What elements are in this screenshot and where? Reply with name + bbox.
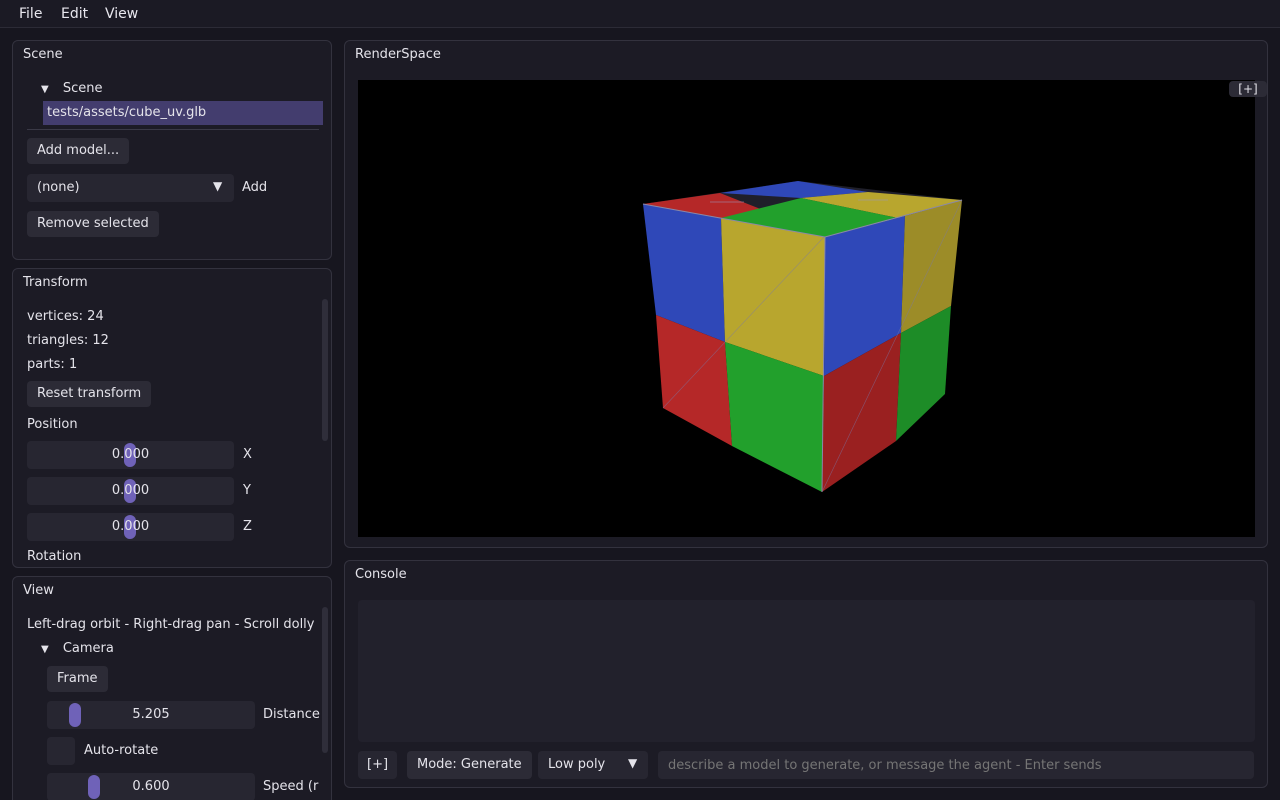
- dropdown-arrow-icon: ▼: [628, 756, 638, 770]
- scene-tree-item-selected[interactable]: tests/assets/cube_uv.glb: [43, 101, 323, 125]
- render-panel: RenderSpace [+]: [344, 40, 1268, 548]
- viewport[interactable]: [358, 80, 1255, 537]
- rotation-label: Rotation: [27, 549, 82, 564]
- prompt-input[interactable]: [658, 751, 1254, 779]
- vertices-count: vertices: 24: [27, 309, 104, 324]
- scene-tree-item-label: tests/assets/cube_uv.glb: [47, 105, 207, 120]
- scene-panel-title: Scene: [23, 47, 63, 62]
- triangles-count: triangles: 12: [27, 333, 109, 348]
- console-panel-title: Console: [355, 567, 407, 582]
- speed-value: 0.600: [132, 779, 170, 794]
- axis-z-label: Z: [243, 519, 252, 534]
- distance-label: Distance: [263, 707, 320, 722]
- reset-transform-button[interactable]: Reset transform: [27, 381, 152, 407]
- scene-tree-root-label: Scene: [62, 81, 103, 96]
- scene-tree-root[interactable]: ▼ Scene: [41, 81, 102, 96]
- parts-count: parts: 1: [27, 357, 78, 372]
- slider-knob[interactable]: [88, 775, 100, 799]
- distance-value: 5.205: [132, 707, 170, 722]
- remove-selected-button[interactable]: Remove selected: [27, 211, 159, 237]
- position-x-slider[interactable]: 0.000: [27, 441, 234, 469]
- axis-y-label: Y: [243, 483, 251, 498]
- console-panel: Console [+] Mode: Generate Low poly ▼: [344, 560, 1268, 788]
- cube-left-blue: [643, 204, 725, 342]
- scene-panel: Scene ▼ Scene tests/assets/cube_uv.glb A…: [12, 40, 332, 260]
- menu-view[interactable]: View: [105, 6, 138, 22]
- speed-label: Speed (ra: [263, 779, 319, 794]
- axis-x-label: X: [243, 447, 252, 462]
- view-scrollbar[interactable]: [322, 607, 328, 753]
- quality-dropdown-value: Low poly: [548, 757, 606, 772]
- distance-slider[interactable]: 5.205: [47, 701, 255, 729]
- position-label: Position: [27, 417, 78, 432]
- divider: [27, 129, 319, 130]
- menu-edit[interactable]: Edit: [61, 6, 88, 22]
- mode-button[interactable]: Mode: Generate: [407, 751, 532, 779]
- frame-button[interactable]: Frame: [47, 666, 108, 692]
- view-hint-text: Left-drag orbit - Right-drag pan - Scrol…: [27, 617, 315, 632]
- transform-scrollbar[interactable]: [322, 299, 328, 441]
- slider-knob[interactable]: [69, 703, 81, 727]
- render-expand-button[interactable]: [+]: [1229, 81, 1267, 97]
- dropdown-arrow-icon: ▼: [213, 179, 223, 193]
- menu-file[interactable]: File: [19, 6, 42, 22]
- cube-right-yellow: [901, 200, 962, 333]
- autorotate-checkbox[interactable]: [47, 737, 75, 765]
- console-output[interactable]: [358, 600, 1255, 742]
- model-dropdown-value: (none): [37, 180, 80, 195]
- menu-bar: File Edit View: [0, 0, 1280, 28]
- collapse-triangle-icon[interactable]: ▼: [41, 84, 49, 95]
- position-z-value: 0.000: [111, 519, 150, 534]
- render-panel-title: RenderSpace: [355, 47, 441, 62]
- position-y-slider[interactable]: 0.000: [27, 477, 234, 505]
- position-y-value: 0.000: [111, 483, 150, 498]
- view-panel: View Left-drag orbit - Right-drag pan - …: [12, 576, 332, 800]
- add-label[interactable]: Add: [242, 180, 267, 195]
- camera-label: Camera: [62, 641, 114, 656]
- console-expand-button[interactable]: [+]: [358, 751, 398, 779]
- cube-render: [642, 181, 963, 493]
- position-x-value: 0.000: [111, 447, 150, 462]
- position-z-slider[interactable]: 0.000: [27, 513, 234, 541]
- quality-dropdown[interactable]: Low poly ▼: [538, 751, 648, 779]
- camera-tree-node[interactable]: ▼ Camera: [41, 641, 114, 656]
- autorotate-label[interactable]: Auto-rotate: [84, 743, 158, 758]
- transform-panel: Transform vertices: 24 triangles: 12 par…: [12, 268, 332, 568]
- add-model-button[interactable]: Add model...: [27, 138, 130, 164]
- model-dropdown[interactable]: (none) ▼: [27, 174, 234, 202]
- view-panel-title: View: [23, 583, 54, 598]
- speed-slider[interactable]: 0.600: [47, 773, 255, 800]
- collapse-triangle-icon[interactable]: ▼: [41, 644, 49, 655]
- transform-panel-title: Transform: [23, 275, 88, 290]
